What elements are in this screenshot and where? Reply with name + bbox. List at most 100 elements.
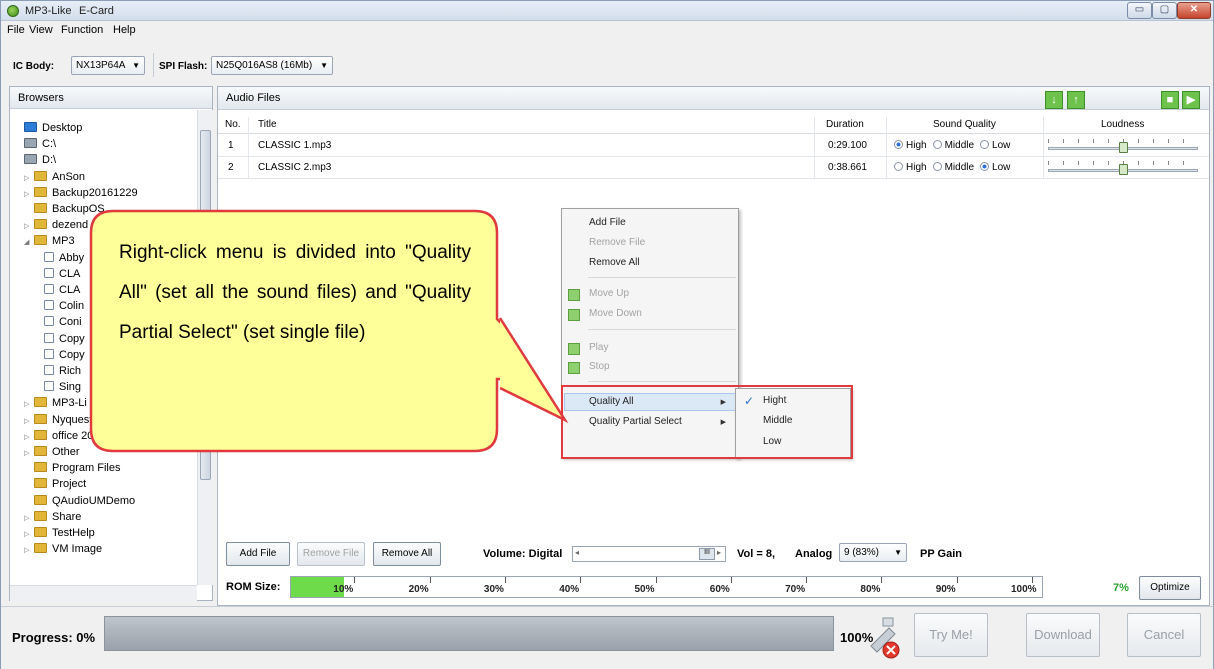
loudness-thumb[interactable] (1119, 142, 1128, 153)
chevron-down-icon: ▼ (894, 548, 902, 557)
close-button[interactable]: ✕ (1177, 2, 1211, 19)
tree-item[interactable]: Desktop (14, 120, 82, 136)
ctx-stop[interactable]: Stop (589, 361, 610, 372)
tree-item[interactable]: ◢ MP3 (24, 233, 75, 249)
tree-item[interactable]: C:\ (14, 136, 56, 152)
table-row[interactable]: 1 CLASSIC 1.mp3 0:29.100 High Middle Low (218, 135, 1209, 157)
move-up-icon[interactable]: ↑ (1067, 91, 1085, 109)
minimize-button[interactable]: ▭ (1127, 2, 1152, 19)
add-file-button[interactable]: Add File (226, 542, 290, 566)
submenu-hight[interactable]: Hight (763, 395, 786, 406)
quality-submenu: ✓ Hight Middle Low (735, 388, 851, 458)
tree-item[interactable]: Project (24, 476, 86, 492)
row-duration: 0:29.100 (828, 140, 867, 151)
download-button[interactable]: Download (1026, 613, 1100, 657)
spi-flash-select[interactable]: N25Q016AS8 (16Mb) ▼ (211, 56, 333, 75)
tree-item[interactable]: Coni (34, 314, 82, 330)
tree-item[interactable]: QAudioUMDemo (24, 493, 135, 509)
menu-view[interactable]: View (29, 24, 53, 36)
tree-item[interactable]: Abby (34, 250, 84, 266)
tree-item[interactable]: ▷ Share (24, 509, 81, 525)
tree-item[interactable]: Rich (34, 363, 81, 379)
audio-file-icon (44, 348, 54, 359)
quality-radio-low[interactable] (980, 140, 990, 149)
remove-all-button[interactable]: Remove All (373, 542, 441, 566)
ctx-play[interactable]: Play (589, 342, 608, 353)
quality-radio-middle[interactable] (932, 162, 942, 171)
play-icon[interactable]: ▶ (1182, 91, 1200, 109)
move-down-icon[interactable]: ↓ (1045, 91, 1063, 109)
menu-function[interactable]: Function (61, 24, 103, 36)
tree-item[interactable]: Program Files (24, 460, 120, 476)
loudness-thumb[interactable] (1119, 164, 1128, 175)
tree-item[interactable]: ▷ VM Image (24, 541, 102, 557)
ctx-quality-all[interactable]: Quality All (589, 396, 633, 407)
tree-item[interactable]: Copy (34, 347, 85, 363)
tree-item[interactable]: Copy (34, 331, 85, 347)
col-loudness[interactable]: Loudness (1101, 119, 1144, 130)
tree-item[interactable]: Sing (34, 379, 81, 395)
rom-tick-label: 70% (785, 584, 806, 595)
tree-item-label: Other (52, 446, 80, 458)
quality-radio-low[interactable] (980, 162, 990, 171)
loudness-slider[interactable] (1048, 161, 1198, 175)
quality-radio-middle[interactable] (932, 140, 942, 149)
chevron-left-icon: ◂ (575, 548, 580, 557)
optimize-button[interactable]: Optimize (1139, 576, 1201, 600)
ctx-remove-all[interactable]: Remove All (589, 257, 640, 268)
tree-item[interactable]: ▷ dezend (24, 217, 88, 233)
analog-select[interactable]: 9 (83%) ▼ (839, 543, 907, 562)
row-duration: 0:38.661 (828, 162, 867, 173)
tree-item[interactable]: Colin (34, 298, 84, 314)
tree-item[interactable]: ▷ Backup20161229 (24, 185, 138, 201)
col-duration[interactable]: Duration (826, 119, 864, 130)
col-sound-quality[interactable]: Sound Quality (933, 119, 996, 130)
tree-item[interactable]: CLA (34, 282, 80, 298)
volume-label: Volume: Digital (483, 548, 563, 560)
ic-body-select[interactable]: NX13P64A ▼ (71, 56, 145, 75)
maximize-button[interactable]: ▢ (1152, 2, 1177, 19)
col-title[interactable]: Title (258, 119, 277, 130)
tree-item[interactable]: ▷ TestHelp (24, 525, 95, 541)
tree-item-label: CLA (59, 267, 81, 280)
table-row[interactable]: 2 CLASSIC 2.mp3 0:38.661 High Middle Low (218, 157, 1209, 179)
tree-item[interactable]: ▷ Other (24, 444, 80, 460)
ic-body-label: IC Body: (13, 61, 55, 72)
submenu-low[interactable]: Low (763, 436, 781, 447)
ctx-move-up[interactable]: Move Up (589, 288, 629, 299)
col-no[interactable]: No. (225, 119, 241, 130)
volume-thumb[interactable]: III (699, 548, 715, 560)
quality-radio-high[interactable] (894, 140, 903, 149)
ctx-remove-file[interactable]: Remove File (589, 237, 645, 248)
volume-slider[interactable]: ◂ III ▸ (572, 546, 726, 562)
tree-item-label: Desktop (42, 122, 83, 134)
menu-help[interactable]: Help (113, 24, 136, 36)
tree-horizontal-scrollbar[interactable] (10, 585, 197, 601)
try-me-button[interactable]: Try Me! (914, 613, 988, 657)
cancel-button[interactable]: Cancel (1127, 613, 1201, 657)
chevron-right-icon: ▸ (717, 548, 722, 557)
tree-item[interactable]: ▷ AnSon (24, 169, 85, 185)
ctx-quality-partial[interactable]: Quality Partial Select (589, 416, 682, 427)
rom-tick-label: 100% (1011, 584, 1037, 595)
quality-option-label: Middle (944, 140, 975, 151)
loudness-slider[interactable] (1048, 139, 1198, 153)
menu-file[interactable]: File (7, 24, 25, 36)
expand-arrow-icon[interactable]: ◢ (24, 235, 34, 251)
stop-icon[interactable]: ■ (1161, 91, 1179, 109)
tree-item[interactable]: CLA (34, 266, 80, 282)
expand-arrow-icon[interactable]: ▷ (24, 543, 34, 559)
ctx-move-down[interactable]: Move Down (589, 308, 642, 319)
submenu-middle[interactable]: Middle (763, 415, 792, 426)
tree-item[interactable]: ▷ Nyquest (24, 412, 92, 428)
remove-file-button[interactable]: Remove File (297, 542, 365, 566)
tree-item[interactable]: ▷ MP3-Li (24, 395, 87, 411)
rom-tick (881, 577, 883, 583)
ctx-add-file[interactable]: Add File (589, 217, 626, 228)
quality-option-label: High (906, 140, 927, 151)
tree-item[interactable]: D:\ (14, 152, 56, 168)
quality-radio-high[interactable] (894, 162, 903, 171)
rom-usage-bar (290, 576, 1043, 598)
table-header: No. Title Duration Sound Quality Loudnes… (218, 117, 1209, 134)
vol-value: Vol = 8, (737, 548, 776, 560)
